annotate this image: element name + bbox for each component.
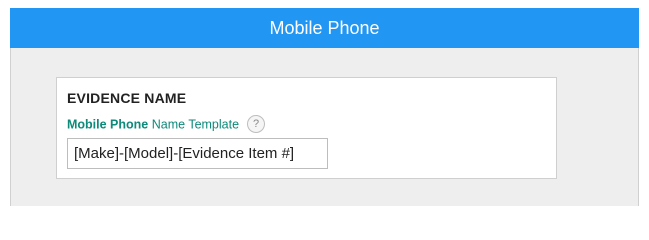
name-template-label-rest: Name Template (148, 117, 240, 132)
name-template-label: Mobile Phone Name Template? (67, 115, 266, 134)
help-icon[interactable]: ? (247, 115, 266, 133)
name-template-label-strong: Mobile Phone (67, 117, 149, 132)
name-template-input[interactable] (67, 138, 328, 169)
evidence-name-card: EVIDENCE NAME Mobile Phone Name Template… (56, 77, 557, 179)
dialog-title: Mobile Phone (269, 18, 380, 38)
evidence-name-heading: EVIDENCE NAME (67, 90, 187, 106)
mobile-phone-dialog: Mobile Phone EVIDENCE NAME Mobile Phone … (10, 8, 639, 206)
dialog-header: Mobile Phone (10, 8, 639, 48)
